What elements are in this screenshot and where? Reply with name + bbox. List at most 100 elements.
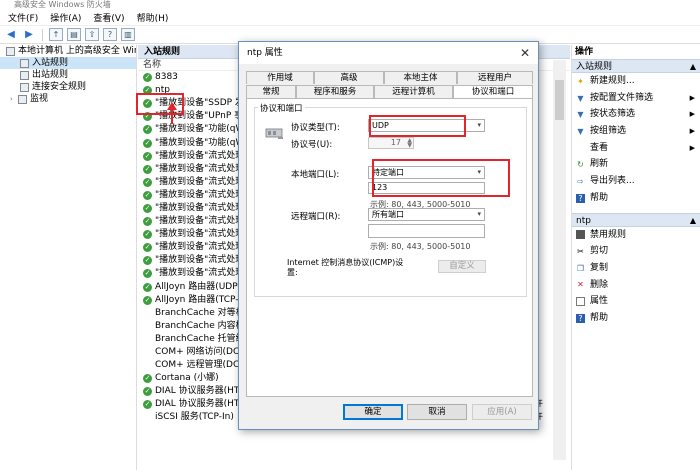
- protocol-type-select[interactable]: UDP ▾: [368, 119, 485, 132]
- remote-port-example: 示例: 80, 443, 5000-5010: [370, 242, 471, 251]
- icmp-settings-label: Internet 控制消息协议(ICMP)设置:: [287, 258, 404, 277]
- tree-item-connection-security-rules[interactable]: 连接安全规则: [0, 81, 136, 93]
- action-new-rule[interactable]: ✦ 新建规则...: [572, 73, 700, 90]
- dialog-title: ntp 属性: [247, 48, 283, 58]
- collapse-icon[interactable]: ▲: [690, 60, 696, 74]
- firewall-icon: [6, 46, 15, 56]
- menu-file[interactable]: 文件(F): [8, 11, 38, 24]
- actions-section-ntp[interactable]: ntp ▲: [572, 212, 700, 228]
- new-rule-icon: ✦: [577, 76, 584, 86]
- collapse-icon[interactable]: ▲: [690, 214, 696, 228]
- remote-port-value: 所有端口: [372, 210, 404, 219]
- show-hide-action-pane-icon[interactable]: ▥: [121, 28, 135, 41]
- enabled-check-icon: ✓: [143, 125, 152, 135]
- menu-bar: 文件(F) 操作(A) 查看(V) 帮助(H): [0, 10, 700, 26]
- menu-view[interactable]: 查看(V): [93, 11, 124, 24]
- help-icon[interactable]: ?: [103, 28, 117, 41]
- tree-item-outbound-rules[interactable]: 出站规则: [0, 69, 136, 81]
- action-delete[interactable]: ✕ 删除: [572, 277, 700, 294]
- action-filter-by-group[interactable]: ▼ 按组筛选 ▶: [572, 123, 700, 140]
- tree-item-label: 监视: [30, 94, 49, 104]
- protocol-number-value: 17: [390, 138, 401, 147]
- filter-icon: ▼: [577, 110, 584, 120]
- action-cut[interactable]: ✂ 剪切: [572, 243, 700, 260]
- action-filter-by-profile[interactable]: ▼ 按配置文件筛选 ▶: [572, 90, 700, 107]
- menu-action[interactable]: 操作(A): [50, 11, 81, 24]
- action-disable-rule[interactable]: 禁用规则: [572, 227, 700, 244]
- tab-local-principals[interactable]: 本地主体: [384, 71, 457, 84]
- vertical-scrollbar[interactable]: [553, 60, 566, 460]
- action-label: 删除: [590, 279, 609, 290]
- enabled-check-icon: ✓: [143, 177, 152, 187]
- back-arrow-icon[interactable]: ◀: [4, 28, 18, 41]
- action-export-list[interactable]: ⇨ 导出列表...: [572, 173, 700, 190]
- enabled-check-icon: ✓: [143, 243, 152, 253]
- tree-root-label: 本地计算机 上的高级安全 Windows: [18, 46, 136, 56]
- menu-help[interactable]: 帮助(H): [137, 11, 169, 24]
- tab-protocols-ports[interactable]: 协议和端口: [453, 85, 533, 99]
- enabled-check-icon: ✓: [143, 230, 152, 240]
- action-label: 按组筛选: [590, 126, 627, 137]
- export-list-icon: ⇨: [577, 176, 584, 186]
- remote-port-label: 远程端口(R):: [291, 212, 341, 222]
- dialog-title-bar: ntp 属性 ✕: [239, 42, 538, 64]
- ntp-properties-dialog: ntp 属性 ✕ 作用域 高级 本地主体 远程用户 常规 程序和服务 远程计算机…: [238, 41, 539, 430]
- tab-scope[interactable]: 作用域: [246, 71, 314, 84]
- tab-general[interactable]: 常规: [246, 85, 296, 98]
- local-port-input[interactable]: 123: [368, 182, 485, 194]
- enabled-check-icon: ✓: [143, 190, 152, 200]
- action-refresh[interactable]: ↻ 刷新: [572, 156, 700, 173]
- action-label: 复制: [590, 262, 609, 273]
- local-port-value: 特定端口: [372, 168, 404, 177]
- action-copy[interactable]: ❐ 复制: [572, 260, 700, 277]
- enabled-check-icon: ✓: [143, 151, 152, 161]
- section-label: 入站规则: [576, 62, 613, 72]
- stepper-arrows-icon[interactable]: ▲ ▼: [407, 138, 412, 149]
- tab-advanced[interactable]: 高级: [314, 71, 384, 84]
- monitoring-icon: [18, 94, 27, 104]
- enabled-check-icon: ✓: [143, 164, 152, 174]
- section-label: ntp: [576, 215, 591, 226]
- enabled-check-icon: ✓: [143, 374, 152, 384]
- action-label: 属性: [590, 296, 609, 307]
- submenu-arrow-icon: ▶: [689, 127, 695, 136]
- filter-icon: ▼: [577, 93, 584, 103]
- show-hide-tree-icon[interactable]: ▤: [67, 28, 81, 41]
- cancel-button[interactable]: 取消: [407, 404, 467, 420]
- action-view[interactable]: 查看 ▶: [572, 140, 700, 157]
- ok-button[interactable]: 确定: [343, 404, 403, 420]
- enabled-check-icon: ✓: [143, 256, 152, 266]
- action-label: 新建规则...: [590, 76, 635, 86]
- enabled-check-icon: ✓: [143, 99, 152, 109]
- remote-port-input[interactable]: [368, 224, 485, 238]
- local-port-select[interactable]: 特定端口 ▾: [368, 166, 485, 179]
- tab-programs-services[interactable]: 程序和服务: [296, 85, 374, 98]
- expand-chevron-icon[interactable]: ›: [10, 93, 18, 105]
- tab-remote-computers[interactable]: 远程计算机: [374, 85, 453, 98]
- tree-item-monitoring[interactable]: › 监视: [0, 93, 136, 105]
- actions-section-inbound-rules[interactable]: 入站规则 ▲: [572, 59, 700, 73]
- scrollbar-thumb[interactable]: [555, 80, 564, 120]
- tab-remote-users[interactable]: 远程用户: [457, 71, 533, 84]
- network-adapter-icon: [265, 128, 283, 139]
- action-label: 导出列表...: [590, 176, 635, 187]
- action-label: 查看: [590, 142, 609, 153]
- action-help[interactable]: ? 帮助: [572, 190, 700, 207]
- tree-item-label: 入站规则: [32, 58, 69, 68]
- icmp-customize-button[interactable]: 自定义: [438, 260, 486, 273]
- tree-root[interactable]: 本地计算机 上的高级安全 Windows: [0, 45, 136, 57]
- action-help-ntp[interactable]: ? 帮助: [572, 310, 700, 327]
- export-icon[interactable]: ⇧: [85, 28, 99, 41]
- action-properties[interactable]: 属性: [572, 293, 700, 310]
- blank-icon: [576, 144, 585, 153]
- apply-button[interactable]: 应用(A): [472, 404, 532, 420]
- close-icon[interactable]: ✕: [520, 42, 530, 64]
- tree-item-inbound-rules[interactable]: 入站规则: [0, 57, 136, 69]
- remote-port-select[interactable]: 所有端口 ▾: [368, 208, 485, 221]
- action-filter-by-state[interactable]: ▼ 按状态筛选 ▶: [572, 106, 700, 123]
- enabled-check-icon: ✓: [143, 295, 152, 305]
- protocol-number-stepper[interactable]: 17 ▲ ▼: [368, 137, 414, 149]
- help-icon: ?: [576, 193, 585, 203]
- forward-arrow-icon[interactable]: ▶: [22, 28, 36, 41]
- folder-up-icon[interactable]: ↑: [49, 28, 63, 41]
